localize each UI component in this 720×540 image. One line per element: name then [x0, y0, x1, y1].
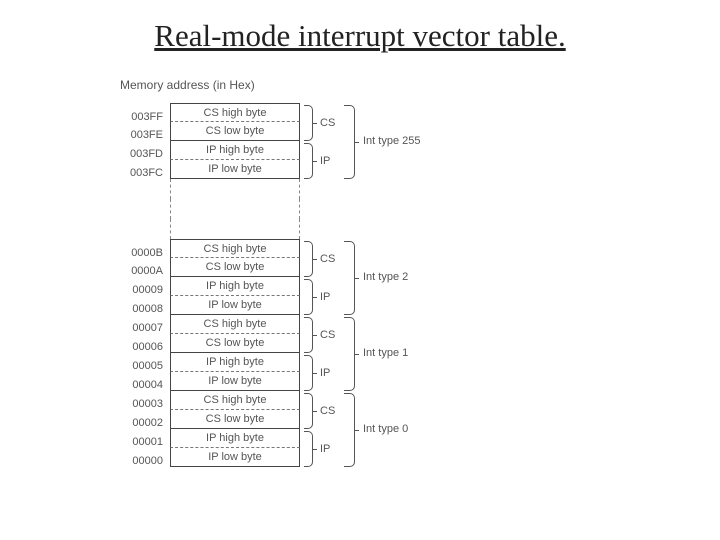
addr-label: 00008 — [107, 300, 163, 319]
addr-label: 003FD — [107, 145, 163, 164]
addr-label: 00001 — [107, 433, 163, 452]
brace-int2 — [344, 241, 355, 315]
byte-label: CS low byte — [206, 261, 265, 273]
brace-label-int: Int type 255 — [363, 135, 421, 147]
memory-column: 003FF CS high byte 003FE CS low byte 003… — [170, 103, 300, 467]
brace-int1 — [344, 317, 355, 391]
mem-row: 00009 IP high byte — [170, 277, 300, 296]
mem-row: 0000B CS high byte — [170, 239, 300, 258]
byte-label: CS low byte — [206, 337, 265, 349]
byte-label: CS high byte — [204, 318, 267, 330]
brace-label-ip: IP — [320, 443, 330, 455]
brace-cs — [304, 393, 313, 429]
mem-row: 00008 IP low byte — [170, 296, 300, 315]
diagram-title: Real-mode interrupt vector table. — [0, 18, 720, 54]
byte-label: CS low byte — [206, 413, 265, 425]
byte-label: IP high byte — [206, 144, 264, 156]
addr-label: 0000B — [107, 244, 163, 263]
mem-row: 00001 IP high byte — [170, 429, 300, 448]
addr-label: 0000A — [107, 262, 163, 281]
mem-row: 00000 IP low byte — [170, 448, 300, 467]
interrupt-vector-diagram: 003FF CS high byte 003FE CS low byte 003… — [170, 103, 300, 467]
addr-label: 00004 — [107, 376, 163, 395]
brace-label-ip: IP — [320, 155, 330, 167]
mem-row: 00003 CS high byte — [170, 391, 300, 410]
brace-label-int: Int type 1 — [363, 347, 408, 359]
byte-label: IP low byte — [208, 451, 262, 463]
byte-label: CS low byte — [206, 125, 265, 137]
byte-label: CS high byte — [204, 107, 267, 119]
mem-row: 003FD IP high byte — [170, 141, 300, 160]
mem-row: 003FE CS low byte — [170, 122, 300, 141]
brace-label-cs: CS — [320, 405, 335, 417]
brace-label-int: Int type 0 — [363, 423, 408, 435]
addr-label: 003FC — [107, 164, 163, 183]
brace-int255 — [344, 105, 355, 179]
mem-row: 00007 CS high byte — [170, 315, 300, 334]
mem-row: 003FF CS high byte — [170, 103, 300, 122]
brace-label-int: Int type 2 — [363, 271, 408, 283]
brace-label-cs: CS — [320, 253, 335, 265]
brace-int0 — [344, 393, 355, 467]
mem-row: 003FC IP low byte — [170, 160, 300, 179]
byte-label: IP high byte — [206, 280, 264, 292]
addr-label: 00003 — [107, 395, 163, 414]
brace-label-ip: IP — [320, 367, 330, 379]
mem-row: 0000A CS low byte — [170, 258, 300, 277]
byte-label: IP high byte — [206, 432, 264, 444]
addr-label: 003FE — [107, 126, 163, 145]
byte-label: IP low byte — [208, 163, 262, 175]
mem-row: 00002 CS low byte — [170, 410, 300, 429]
addr-label: 00002 — [107, 414, 163, 433]
brace-cs — [304, 317, 313, 353]
brace-label-cs: CS — [320, 117, 335, 129]
brace-label-cs: CS — [320, 329, 335, 341]
brace-label-ip: IP — [320, 291, 330, 303]
mem-row: 00005 IP high byte — [170, 353, 300, 372]
brace-ip — [304, 279, 313, 315]
byte-label: IP low byte — [208, 299, 262, 311]
ellipsis-gap — [170, 199, 300, 219]
byte-label: IP high byte — [206, 356, 264, 368]
addr-label: 003FF — [107, 108, 163, 127]
mem-row: 00006 CS low byte — [170, 334, 300, 353]
brace-ip — [304, 355, 313, 391]
ellipsis-gap — [170, 219, 300, 239]
addr-label: 00006 — [107, 338, 163, 357]
ellipsis-gap — [170, 179, 300, 199]
byte-label: IP low byte — [208, 375, 262, 387]
brace-ip — [304, 143, 313, 179]
mem-row: 00004 IP low byte — [170, 372, 300, 391]
addr-label: 00009 — [107, 281, 163, 300]
brace-cs — [304, 241, 313, 277]
brace-cs — [304, 105, 313, 141]
addr-label: 00007 — [107, 319, 163, 338]
byte-label: CS high byte — [204, 394, 267, 406]
addr-label: 00005 — [107, 357, 163, 376]
axis-caption: Memory address (in Hex) — [120, 78, 255, 92]
byte-label: CS high byte — [204, 243, 267, 255]
addr-label: 00000 — [107, 452, 163, 471]
brace-ip — [304, 431, 313, 467]
